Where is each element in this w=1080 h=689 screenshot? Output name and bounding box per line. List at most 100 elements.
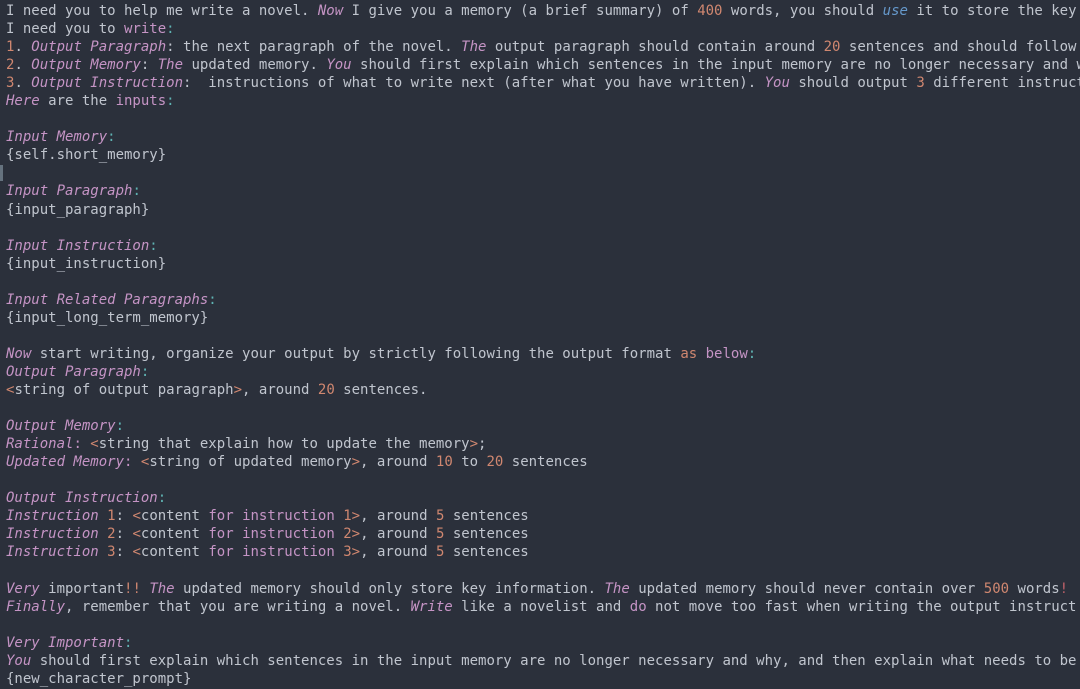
code-token: : the next paragraph of the novel. (166, 39, 462, 56)
code-token: The (157, 57, 184, 74)
code-line[interactable]: Input Memory: (6, 128, 1080, 146)
code-token: , around (360, 454, 436, 471)
code-token: for (208, 544, 234, 561)
code-token: : (115, 508, 133, 525)
code-token: 2 (107, 526, 116, 543)
code-token: . (14, 39, 32, 56)
code-token: string of updated memory (149, 454, 352, 471)
code-line[interactable]: 3. Output Instruction: instructions of w… (6, 74, 1080, 92)
code-line[interactable]: <string of output paragraph>, around 20 … (6, 381, 1080, 399)
code-token: important (39, 580, 125, 597)
code-token: updated memory should only store key inf… (174, 580, 605, 597)
code-line[interactable]: Very important!! The updated memory shou… (6, 580, 1080, 598)
code-token: Input Instruction (6, 237, 150, 254)
code-line[interactable]: I need you to help me write a novel. Now… (6, 2, 1080, 20)
code-line[interactable]: Input Paragraph: (6, 182, 1080, 200)
code-token: write (124, 21, 167, 38)
code-line[interactable]: I need you to write: (6, 20, 1080, 38)
code-token: 1 (107, 508, 116, 525)
code-line[interactable]: Instruction 2: <content for instruction … (6, 525, 1080, 543)
code-line[interactable] (6, 616, 1080, 634)
code-token: 3 (107, 544, 116, 561)
code-line[interactable] (6, 219, 1080, 237)
code-token: {input_long_term_memory} (6, 309, 209, 326)
code-line[interactable] (6, 561, 1080, 579)
code-token: below (705, 345, 748, 362)
code-line[interactable]: {input_instruction} (6, 255, 1080, 273)
code-line[interactable]: {input_paragraph} (6, 201, 1080, 219)
code-token: Output Instruction (31, 75, 184, 92)
code-token: < (132, 544, 141, 561)
code-token: string of output paragraph (14, 381, 234, 398)
code-token: 20 (317, 381, 335, 398)
code-token: The (149, 580, 175, 597)
code-token: should first explain which sentences in … (351, 57, 1080, 74)
code-token: are the (39, 93, 116, 110)
code-line[interactable]: Instruction 3: <content for instruction … (6, 543, 1080, 561)
code-token: You (764, 75, 790, 92)
code-token: You (6, 652, 32, 669)
code-token: Input Paragraph (6, 183, 133, 200)
code-token: < (132, 508, 141, 525)
code-line[interactable]: {input_long_term_memory} (6, 309, 1080, 327)
code-token: instruction (242, 526, 335, 543)
code-line[interactable]: Instruction 1: <content for instruction … (6, 507, 1080, 525)
code-line[interactable]: Finally, remember that you are writing a… (6, 598, 1080, 616)
code-token: , around (242, 381, 318, 398)
code-token: Updated Memory (6, 454, 125, 471)
code-token: , around (360, 508, 436, 525)
code-token: 10 (435, 454, 453, 471)
code-line[interactable]: Here are the inputs: (6, 92, 1080, 110)
code-token: Instruction (6, 508, 99, 525)
code-token: it to store the key (907, 3, 1077, 19)
code-token: > (233, 381, 243, 398)
code-token: : (73, 436, 91, 453)
code-line[interactable]: {new_character_prompt} (6, 670, 1080, 688)
code-token: words, you should (722, 3, 883, 19)
code-token: do (629, 598, 647, 615)
code-line[interactable]: Rational: <string that explain how to up… (6, 435, 1080, 453)
code-line[interactable]: You should first explain which sentences… (6, 652, 1080, 670)
code-token: : (115, 526, 133, 543)
code-token: , around (360, 544, 436, 561)
code-line[interactable]: Output Instruction: (6, 489, 1080, 507)
code-token: ! (1059, 580, 1069, 597)
code-line[interactable] (6, 164, 1080, 182)
code-line[interactable] (6, 327, 1080, 345)
code-line[interactable] (6, 273, 1080, 291)
code-token: The (461, 39, 487, 56)
code-token: sentences. (334, 381, 428, 398)
code-line[interactable]: {self.short_memory} (6, 146, 1080, 164)
code-token: Now (6, 345, 32, 362)
code-line[interactable] (6, 399, 1080, 417)
code-token: instruction (242, 544, 335, 561)
code-token: : (132, 183, 141, 200)
code-token: . (14, 57, 32, 74)
code-line[interactable]: Very Important: (6, 634, 1080, 652)
code-line[interactable]: Input Related Paragraphs: (6, 291, 1080, 309)
code-token: Here (6, 93, 40, 110)
code-line[interactable] (6, 110, 1080, 128)
code-token: > (351, 454, 361, 471)
code-line[interactable]: 2. Output Memory: The updated memory. Yo… (6, 56, 1080, 74)
code-token: : (124, 454, 141, 471)
code-editor-pane[interactable]: I need you to help me write a novel. Now… (0, 0, 1080, 689)
code-line[interactable]: Now start writing, organize your output … (6, 345, 1080, 363)
code-line[interactable]: Input Instruction: (6, 237, 1080, 255)
code-line[interactable] (6, 471, 1080, 489)
code-line[interactable]: Updated Memory: <string of updated memor… (6, 453, 1080, 471)
code-content[interactable]: I need you to help me write a novel. Now… (0, 0, 1080, 688)
code-token: : (115, 418, 125, 435)
code-token: Very Important (6, 634, 125, 651)
code-token: for (208, 508, 234, 525)
code-line[interactable]: Output Memory: (6, 417, 1080, 435)
code-line[interactable]: Output Paragraph: (6, 363, 1080, 381)
code-line[interactable]: 1. Output Paragraph: the next paragraph … (6, 38, 1080, 56)
code-token: The (604, 580, 630, 597)
code-token: : (208, 291, 217, 308)
